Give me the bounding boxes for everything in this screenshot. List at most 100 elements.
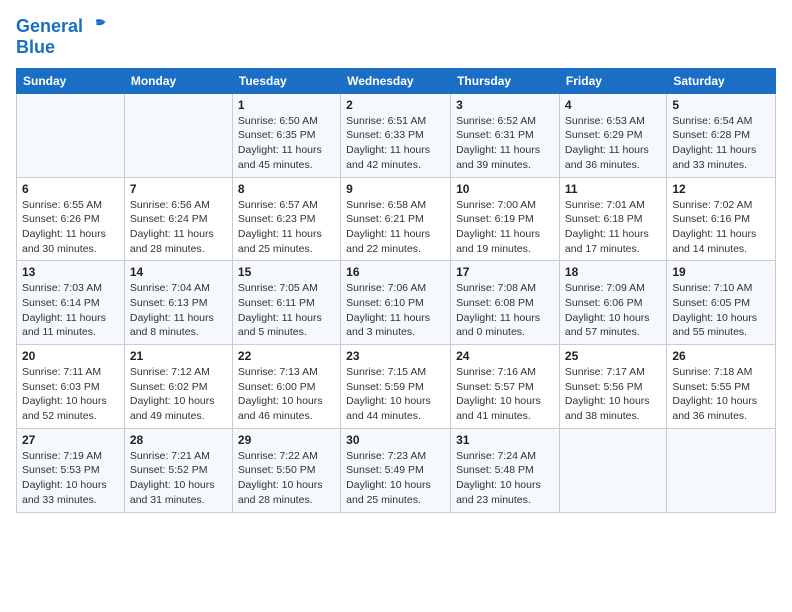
calendar-header-row: SundayMondayTuesdayWednesdayThursdayFrid… (17, 68, 776, 93)
day-number: 31 (456, 433, 554, 447)
calendar-day-cell: 23 Sunrise: 7:15 AMSunset: 5:59 PMDayligh… (341, 345, 451, 429)
day-number: 12 (672, 182, 770, 196)
day-detail: Sunrise: 7:03 AMSunset: 6:14 PMDaylight:… (22, 282, 106, 338)
calendar-week-row: 1 Sunrise: 6:50 AMSunset: 6:35 PMDaylight… (17, 93, 776, 177)
calendar-day-cell: 27 Sunrise: 7:19 AMSunset: 5:53 PMDayligh… (17, 428, 125, 512)
day-number: 1 (238, 98, 335, 112)
day-detail: Sunrise: 7:04 AMSunset: 6:13 PMDaylight:… (130, 282, 214, 338)
calendar-day-cell: 18 Sunrise: 7:09 AMSunset: 6:06 PMDayligh… (559, 261, 666, 345)
calendar-day-cell: 30 Sunrise: 7:23 AMSunset: 5:49 PMDayligh… (341, 428, 451, 512)
day-number: 22 (238, 349, 335, 363)
calendar-day-header: Wednesday (341, 68, 451, 93)
day-detail: Sunrise: 6:53 AMSunset: 6:29 PMDaylight:… (565, 115, 649, 171)
calendar-day-header: Tuesday (232, 68, 340, 93)
calendar-day-cell: 5 Sunrise: 6:54 AMSunset: 6:28 PMDaylight… (667, 93, 776, 177)
calendar-day-cell: 7 Sunrise: 6:56 AMSunset: 6:24 PMDaylight… (124, 177, 232, 261)
calendar-day-cell (559, 428, 666, 512)
day-detail: Sunrise: 7:01 AMSunset: 6:18 PMDaylight:… (565, 199, 649, 255)
day-detail: Sunrise: 6:56 AMSunset: 6:24 PMDaylight:… (130, 199, 214, 255)
day-detail: Sunrise: 7:12 AMSunset: 6:02 PMDaylight:… (130, 366, 215, 422)
calendar-day-cell: 15Sunrise: 7:05 AMSunset: 6:11 PMDayligh… (232, 261, 340, 345)
calendar-day-cell: 10 Sunrise: 7:00 AMSunset: 6:19 PMDayligh… (451, 177, 560, 261)
day-number: 25 (565, 349, 661, 363)
calendar-day-cell: 16 Sunrise: 7:06 AMSunset: 6:10 PMDayligh… (341, 261, 451, 345)
day-detail: Sunrise: 7:13 AMSunset: 6:00 PMDaylight:… (238, 366, 323, 422)
day-detail: Sunrise: 6:50 AMSunset: 6:35 PMDaylight:… (238, 115, 322, 171)
calendar-day-cell: 25 Sunrise: 7:17 AMSunset: 5:56 PMDayligh… (559, 345, 666, 429)
calendar-day-cell: 3 Sunrise: 6:52 AMSunset: 6:31 PMDaylight… (451, 93, 560, 177)
calendar-day-header: Saturday (667, 68, 776, 93)
logo-bird-icon (85, 16, 107, 38)
day-detail: Sunrise: 7:17 AMSunset: 5:56 PMDaylight:… (565, 366, 650, 422)
day-number: 26 (672, 349, 770, 363)
day-detail: Sunrise: 7:10 AMSunset: 6:05 PMDaylight:… (672, 282, 757, 338)
calendar-day-cell: 22 Sunrise: 7:13 AMSunset: 6:00 PMDayligh… (232, 345, 340, 429)
day-detail: Sunrise: 6:52 AMSunset: 6:31 PMDaylight:… (456, 115, 540, 171)
day-number: 17 (456, 265, 554, 279)
calendar-day-cell: 17Sunrise: 7:08 AMSunset: 6:08 PMDayligh… (451, 261, 560, 345)
day-detail: Sunrise: 7:23 AMSunset: 5:49 PMDaylight:… (346, 450, 431, 506)
calendar-day-header: Thursday (451, 68, 560, 93)
logo-text2: Blue (16, 38, 55, 58)
day-number: 29 (238, 433, 335, 447)
day-number: 3 (456, 98, 554, 112)
day-detail: Sunrise: 7:16 AMSunset: 5:57 PMDaylight:… (456, 366, 541, 422)
day-number: 14 (130, 265, 227, 279)
day-detail: Sunrise: 7:06 AMSunset: 6:10 PMDaylight:… (346, 282, 430, 338)
day-number: 28 (130, 433, 227, 447)
calendar: SundayMondayTuesdayWednesdayThursdayFrid… (16, 68, 776, 513)
day-detail: Sunrise: 7:22 AMSunset: 5:50 PMDaylight:… (238, 450, 323, 506)
calendar-day-cell: 6Sunrise: 6:55 AMSunset: 6:26 PMDaylight… (17, 177, 125, 261)
calendar-day-cell: 29 Sunrise: 7:22 AMSunset: 5:50 PMDayligh… (232, 428, 340, 512)
calendar-day-cell: 26 Sunrise: 7:18 AMSunset: 5:55 PMDayligh… (667, 345, 776, 429)
day-detail: Sunrise: 7:19 AMSunset: 5:53 PMDaylight:… (22, 450, 107, 506)
day-number: 27 (22, 433, 119, 447)
calendar-day-cell: 19 Sunrise: 7:10 AMSunset: 6:05 PMDayligh… (667, 261, 776, 345)
day-number: 6 (22, 182, 119, 196)
calendar-day-cell: 12Sunrise: 7:02 AMSunset: 6:16 PMDayligh… (667, 177, 776, 261)
day-number: 8 (238, 182, 335, 196)
calendar-day-cell (17, 93, 125, 177)
calendar-day-cell (667, 428, 776, 512)
day-number: 15 (238, 265, 335, 279)
day-number: 5 (672, 98, 770, 112)
day-number: 11 (565, 182, 661, 196)
day-detail: Sunrise: 7:11 AMSunset: 6:03 PMDaylight:… (22, 366, 107, 422)
logo: General Blue (16, 16, 107, 58)
day-number: 16 (346, 265, 445, 279)
calendar-day-cell: 20 Sunrise: 7:11 AMSunset: 6:03 PMDayligh… (17, 345, 125, 429)
day-number: 4 (565, 98, 661, 112)
day-number: 10 (456, 182, 554, 196)
calendar-day-header: Friday (559, 68, 666, 93)
calendar-day-cell: 8Sunrise: 6:57 AMSunset: 6:23 PMDaylight… (232, 177, 340, 261)
calendar-day-cell: 2Sunrise: 6:51 AMSunset: 6:33 PMDaylight… (341, 93, 451, 177)
calendar-day-cell: 1 Sunrise: 6:50 AMSunset: 6:35 PMDaylight… (232, 93, 340, 177)
calendar-week-row: 20 Sunrise: 7:11 AMSunset: 6:03 PMDayligh… (17, 345, 776, 429)
day-number: 2 (346, 98, 445, 112)
day-detail: Sunrise: 6:58 AMSunset: 6:21 PMDaylight:… (346, 199, 430, 255)
day-number: 18 (565, 265, 661, 279)
day-detail: Sunrise: 7:15 AMSunset: 5:59 PMDaylight:… (346, 366, 431, 422)
day-number: 9 (346, 182, 445, 196)
day-detail: Sunrise: 7:00 AMSunset: 6:19 PMDaylight:… (456, 199, 540, 255)
calendar-day-cell (124, 93, 232, 177)
calendar-day-cell: 13Sunrise: 7:03 AMSunset: 6:14 PMDayligh… (17, 261, 125, 345)
day-detail: Sunrise: 7:09 AMSunset: 6:06 PMDaylight:… (565, 282, 650, 338)
day-number: 23 (346, 349, 445, 363)
day-number: 30 (346, 433, 445, 447)
header: General Blue (16, 16, 776, 58)
calendar-day-cell: 31Sunrise: 7:24 AMSunset: 5:48 PMDayligh… (451, 428, 560, 512)
calendar-day-cell: 14 Sunrise: 7:04 AMSunset: 6:13 PMDayligh… (124, 261, 232, 345)
day-number: 7 (130, 182, 227, 196)
day-detail: Sunrise: 6:54 AMSunset: 6:28 PMDaylight:… (672, 115, 756, 171)
calendar-day-cell: 11 Sunrise: 7:01 AMSunset: 6:18 PMDayligh… (559, 177, 666, 261)
day-number: 19 (672, 265, 770, 279)
calendar-day-cell: 28Sunrise: 7:21 AMSunset: 5:52 PMDayligh… (124, 428, 232, 512)
day-number: 20 (22, 349, 119, 363)
day-number: 24 (456, 349, 554, 363)
calendar-day-header: Monday (124, 68, 232, 93)
day-detail: Sunrise: 7:18 AMSunset: 5:55 PMDaylight:… (672, 366, 757, 422)
calendar-day-cell: 9 Sunrise: 6:58 AMSunset: 6:21 PMDaylight… (341, 177, 451, 261)
calendar-week-row: 13Sunrise: 7:03 AMSunset: 6:14 PMDayligh… (17, 261, 776, 345)
calendar-day-cell: 4 Sunrise: 6:53 AMSunset: 6:29 PMDaylight… (559, 93, 666, 177)
